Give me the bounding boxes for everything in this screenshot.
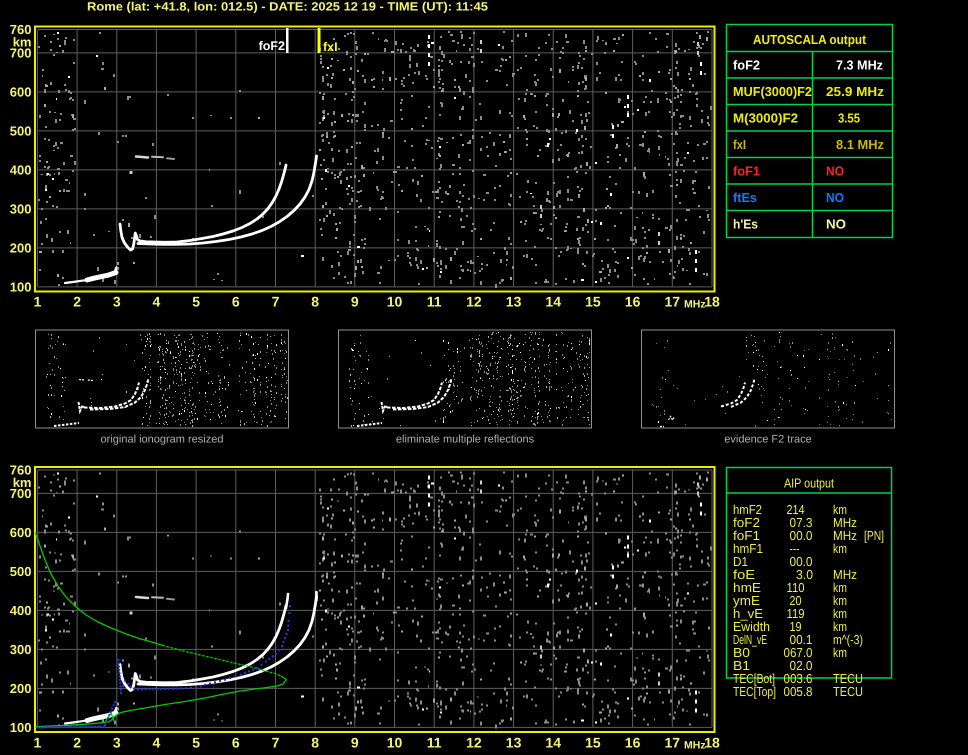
svg-text:original ionogram resized: original ionogram resized xyxy=(101,434,224,446)
svg-text:8: 8 xyxy=(311,294,319,310)
svg-text:4: 4 xyxy=(153,294,161,310)
svg-text:1: 1 xyxy=(34,294,42,310)
svg-text:300: 300 xyxy=(10,642,32,657)
svg-text:TEC[Top]: TEC[Top] xyxy=(733,684,776,699)
svg-text:600: 600 xyxy=(10,525,32,540)
svg-text:TECU: TECU xyxy=(833,684,863,699)
svg-text:9: 9 xyxy=(351,735,359,751)
svg-text:MUF(3000)F2: MUF(3000)F2 xyxy=(733,84,812,99)
svg-text:500: 500 xyxy=(10,564,32,579)
svg-text:km: km xyxy=(833,645,847,660)
svg-text:3: 3 xyxy=(113,294,121,310)
svg-text:17: 17 xyxy=(665,735,681,751)
svg-text:25.9 MHz: 25.9 MHz xyxy=(826,84,885,99)
svg-text:evidence F2 trace: evidence F2 trace xyxy=(724,434,811,446)
svg-text:7.3 MHz: 7.3 MHz xyxy=(836,58,883,73)
svg-text:300: 300 xyxy=(10,201,32,216)
svg-text:15: 15 xyxy=(585,294,601,310)
svg-text:h'Es: h'Es xyxy=(733,217,758,232)
svg-text:17: 17 xyxy=(665,294,681,310)
svg-text:700: 700 xyxy=(10,45,32,60)
svg-text:6: 6 xyxy=(232,294,240,310)
svg-text:12: 12 xyxy=(466,735,482,751)
svg-text:600: 600 xyxy=(10,84,32,99)
svg-text:8.1 MHz: 8.1 MHz xyxy=(836,137,884,152)
svg-text:foF1: foF1 xyxy=(733,164,760,179)
svg-text:500: 500 xyxy=(10,123,32,138)
svg-text:700: 700 xyxy=(10,486,32,501)
svg-text:11: 11 xyxy=(427,735,442,751)
svg-text:16: 16 xyxy=(625,735,641,751)
svg-text:200: 200 xyxy=(10,240,32,255)
svg-text:13: 13 xyxy=(506,294,522,310)
svg-text:NO: NO xyxy=(826,217,846,232)
svg-text:13: 13 xyxy=(506,735,522,751)
svg-text:eliminate multiple reflections: eliminate multiple reflections xyxy=(396,434,535,446)
svg-text:foF2: foF2 xyxy=(259,39,285,53)
svg-text:5: 5 xyxy=(192,735,200,751)
svg-text:1: 1 xyxy=(34,735,42,751)
svg-text:8: 8 xyxy=(311,735,319,751)
svg-text:18: 18 xyxy=(704,294,720,310)
svg-text:3.55: 3.55 xyxy=(838,111,860,126)
svg-text:AIP output: AIP output xyxy=(784,476,834,491)
svg-text:AUTOSCALA output: AUTOSCALA output xyxy=(753,32,867,47)
svg-text:14: 14 xyxy=(545,735,561,751)
svg-text:15: 15 xyxy=(585,735,601,751)
svg-text:18: 18 xyxy=(704,735,720,751)
svg-text:12: 12 xyxy=(466,294,482,310)
svg-text:3: 3 xyxy=(113,735,121,751)
svg-text:[PN]: [PN] xyxy=(864,528,884,543)
svg-text:M(3000)F2: M(3000)F2 xyxy=(733,111,798,126)
svg-text:fxI: fxI xyxy=(323,40,338,54)
svg-text:11: 11 xyxy=(427,294,442,310)
svg-text:NO: NO xyxy=(826,164,844,179)
svg-text:100: 100 xyxy=(10,279,32,294)
svg-text:2: 2 xyxy=(73,294,81,310)
svg-text:km: km xyxy=(833,541,847,556)
svg-text:Rome (lat: +41.8, lon: 012.5): Rome (lat: +41.8, lon: 012.5) - DATE: 20… xyxy=(87,0,488,14)
svg-text:4: 4 xyxy=(153,735,161,751)
svg-text:NO: NO xyxy=(826,190,844,205)
svg-text:foF2: foF2 xyxy=(733,58,760,73)
svg-text:100: 100 xyxy=(10,720,32,735)
svg-text:14: 14 xyxy=(545,294,561,310)
svg-text:9: 9 xyxy=(351,294,359,310)
svg-text:fxI: fxI xyxy=(733,137,746,152)
svg-text:10: 10 xyxy=(387,735,403,751)
svg-text:16: 16 xyxy=(625,294,641,310)
svg-text:7: 7 xyxy=(272,735,280,751)
svg-text:ftEs: ftEs xyxy=(733,190,757,205)
svg-text:5: 5 xyxy=(192,294,200,310)
svg-text:6: 6 xyxy=(232,735,240,751)
svg-text:7: 7 xyxy=(272,294,280,310)
svg-text:2: 2 xyxy=(73,735,81,751)
svg-text:MHz: MHz xyxy=(684,299,706,311)
svg-text:200: 200 xyxy=(10,681,32,696)
svg-text:400: 400 xyxy=(10,603,32,618)
svg-text:005.8: 005.8 xyxy=(784,684,813,699)
svg-text:10: 10 xyxy=(387,294,403,310)
svg-text:400: 400 xyxy=(10,162,32,177)
svg-text:MHz: MHz xyxy=(684,740,706,752)
